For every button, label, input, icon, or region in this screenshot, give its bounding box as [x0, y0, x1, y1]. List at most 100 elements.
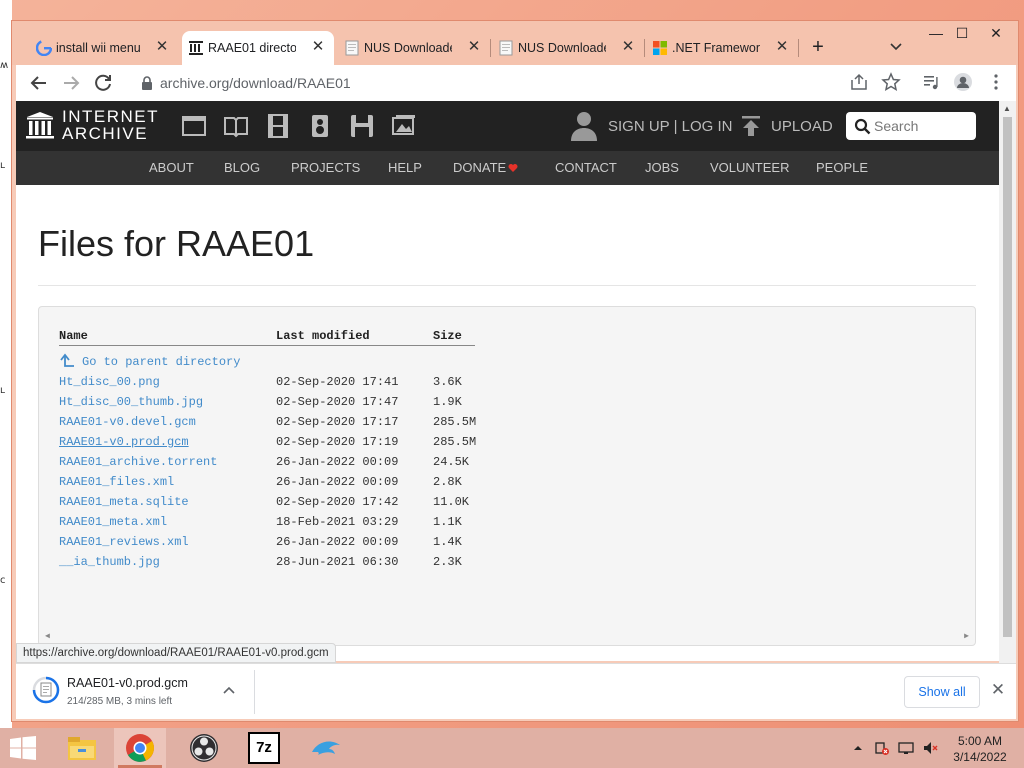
- texts-icon[interactable]: [223, 113, 249, 139]
- column-header-modified[interactable]: Last modified: [276, 329, 370, 343]
- nav-about[interactable]: ABOUT: [149, 160, 194, 175]
- share-icon[interactable]: [849, 72, 869, 92]
- tab-close-icon[interactable]: ✕: [154, 39, 170, 55]
- file-link[interactable]: RAAE01_meta.xml: [59, 515, 167, 529]
- scrollbar-thumb[interactable]: [1003, 117, 1012, 637]
- menu-kebab-icon[interactable]: [986, 72, 1006, 92]
- nav-projects[interactable]: PROJECTS: [291, 160, 360, 175]
- file-modified: 26-Jan-2022 00:09: [276, 475, 399, 489]
- clock-time[interactable]: 5:00 AM: [952, 734, 1008, 748]
- taskbar-7zip[interactable]: 7z: [238, 728, 290, 768]
- signup-login-link[interactable]: SIGN UP | LOG IN: [608, 118, 732, 135]
- file-link[interactable]: RAAE01_meta.sqlite: [59, 495, 189, 509]
- scroll-up-arrow-icon[interactable]: ▲: [1003, 104, 1011, 113]
- vertical-scrollbar[interactable]: ▲ ▼: [999, 101, 1016, 683]
- tab-close-icon[interactable]: ✕: [774, 39, 790, 55]
- upload-icon[interactable]: [740, 115, 762, 137]
- software-icon[interactable]: [349, 113, 375, 139]
- media-queue-icon[interactable]: [921, 72, 941, 92]
- star-icon[interactable]: [881, 72, 901, 92]
- tab-net-framework[interactable]: .NET Framework ✕: [646, 31, 798, 65]
- tab-close-icon[interactable]: ✕: [620, 39, 636, 55]
- nav-contact[interactable]: CONTACT: [555, 160, 617, 175]
- nav-people[interactable]: PEOPLE: [816, 160, 868, 175]
- column-header-size[interactable]: Size: [433, 329, 462, 343]
- table-row: Ht_disc_00_thumb.jpg 02-Sep-2020 17:47 1…: [39, 395, 739, 411]
- tab-close-icon[interactable]: ✕: [310, 39, 326, 55]
- tab-close-icon[interactable]: ✕: [466, 39, 482, 55]
- device-icon[interactable]: [898, 740, 914, 756]
- search-input[interactable]: Search: [846, 112, 976, 140]
- nav-jobs[interactable]: JOBS: [645, 160, 679, 175]
- volume-muted-icon[interactable]: [922, 740, 938, 756]
- download-progress-icon[interactable]: [32, 676, 60, 704]
- profile-avatar-icon[interactable]: [953, 72, 973, 92]
- windows-start-icon[interactable]: [10, 736, 36, 760]
- file-link[interactable]: RAAE01_archive.torrent: [59, 455, 217, 469]
- scroll-right-arrow-icon[interactable]: ▶: [964, 631, 969, 641]
- file-link[interactable]: __ia_thumb.jpg: [59, 555, 160, 569]
- images-icon[interactable]: [391, 113, 417, 139]
- internet-archive-logo-icon[interactable]: [26, 111, 54, 141]
- tab-title: NUS Downloader: [364, 41, 452, 55]
- taskbar-chrome[interactable]: [114, 728, 166, 768]
- nav-donate[interactable]: DONATE: [453, 160, 506, 175]
- parent-directory-icon: [60, 353, 74, 367]
- close-download-shelf-icon[interactable]: ✕: [988, 680, 1008, 700]
- lock-icon[interactable]: [140, 75, 154, 91]
- file-link[interactable]: Ht_disc_00.png: [59, 375, 160, 389]
- file-link[interactable]: RAAE01_reviews.xml: [59, 535, 189, 549]
- parent-directory-link[interactable]: Go to parent directory: [82, 355, 240, 369]
- audio-icon[interactable]: [307, 113, 333, 139]
- file-modified: 02-Sep-2020 17:42: [276, 495, 399, 509]
- close-window-button[interactable]: ✕: [986, 23, 1006, 43]
- chevron-down-icon[interactable]: [888, 38, 904, 54]
- table-row: Ht_disc_00.png 02-Sep-2020 17:41 3.6K: [39, 375, 739, 391]
- user-icon[interactable]: [570, 110, 598, 142]
- minimize-button[interactable]: —: [926, 23, 946, 43]
- file-link[interactable]: RAAE01-v0.prod.gcm: [59, 435, 189, 449]
- tab-install-wii-menu[interactable]: install wii menu ✕: [30, 31, 178, 65]
- tab-separator: [490, 39, 491, 57]
- file-link[interactable]: RAAE01_files.xml: [59, 475, 174, 489]
- file-link[interactable]: Ht_disc_00_thumb.jpg: [59, 395, 203, 409]
- url-text[interactable]: archive.org/download/RAAE01: [160, 75, 351, 91]
- scroll-left-arrow-icon[interactable]: ◀: [45, 631, 50, 641]
- clock-date[interactable]: 3/14/2022: [952, 750, 1008, 764]
- tab-nus-downloader-1[interactable]: NUS Downloader ✕: [338, 31, 490, 65]
- 7zip-icon: 7z: [248, 732, 280, 764]
- download-filename[interactable]: RAAE01-v0.prod.gcm: [67, 676, 188, 690]
- ia-top-bar: INTERNET ARCHIVE SIGN UP | LOG IN UPLOAD…: [16, 101, 999, 151]
- file-modified: 02-Sep-2020 17:41: [276, 375, 399, 389]
- file-link[interactable]: RAAE01-v0.devel.gcm: [59, 415, 196, 429]
- ia-nav-bar: ABOUT BLOG PROJECTS HELP DONATE CONTACT …: [16, 151, 999, 185]
- nav-volunteer[interactable]: VOLUNTEER: [710, 160, 789, 175]
- network-alert-icon[interactable]: [874, 740, 890, 756]
- tab-title: NUS Downloader: [518, 41, 606, 55]
- video-icon[interactable]: [265, 113, 291, 139]
- show-all-button[interactable]: Show all: [904, 676, 980, 708]
- web-icon[interactable]: [181, 113, 207, 139]
- taskbar-obs[interactable]: [178, 728, 230, 768]
- ia-logo-text[interactable]: INTERNET ARCHIVE: [62, 108, 159, 142]
- chrome-icon: [126, 734, 154, 762]
- back-arrow-icon[interactable]: [28, 72, 50, 94]
- nav-blog[interactable]: BLOG: [224, 160, 260, 175]
- tab-nus-downloader-2[interactable]: NUS Downloader ✕: [492, 31, 644, 65]
- tray-chevron-up-icon[interactable]: [850, 740, 866, 756]
- tab-raae01-directory[interactable]: RAAE01 directory ✕: [182, 31, 334, 65]
- new-tab-button[interactable]: +: [808, 37, 828, 57]
- nav-help[interactable]: HELP: [388, 160, 422, 175]
- column-header-name[interactable]: Name: [59, 329, 88, 343]
- forward-arrow-icon[interactable]: [60, 72, 82, 94]
- reload-icon[interactable]: [92, 72, 114, 94]
- maximize-button[interactable]: ☐: [952, 23, 972, 43]
- file-modified: 02-Sep-2020 17:47: [276, 395, 399, 409]
- chevron-up-icon[interactable]: [222, 684, 236, 698]
- file-size: 1.4K: [433, 535, 462, 549]
- upload-link[interactable]: UPLOAD: [771, 118, 833, 135]
- address-bar[interactable]: archive.org/download/RAAE01: [126, 69, 1006, 97]
- status-bar-url: https://archive.org/download/RAAE01/RAAE…: [16, 643, 336, 663]
- taskbar-dolphin[interactable]: [300, 728, 352, 768]
- taskbar-file-explorer[interactable]: [56, 728, 108, 768]
